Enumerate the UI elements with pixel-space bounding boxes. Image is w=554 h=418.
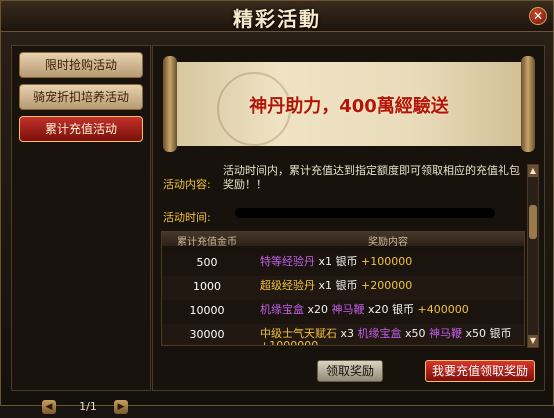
table-row: 1000 超级经验丹 x1 银币 +200000 xyxy=(162,276,524,300)
row-reward: 中级士气天赋石 x3 机缘宝盒 x50 神马鞭 x50 银币 +1000000 xyxy=(260,328,518,346)
reward-item: 超级经验丹 xyxy=(260,279,315,292)
recharge-claim-button[interactable]: 我要充值领取奖励 xyxy=(425,360,535,382)
reward-item: x50 xyxy=(401,327,430,340)
row-reward: 超级经验丹 x1 银币 +200000 xyxy=(260,280,518,292)
reward-item: +1000000 xyxy=(260,339,319,346)
reward-item: 神马鞭 xyxy=(429,327,463,340)
scroll-rod-left xyxy=(163,56,177,152)
reward-item: x50 银币 xyxy=(462,327,512,340)
scroll-down-button[interactable]: ▼ xyxy=(528,335,538,347)
reward-item: x1 银币 xyxy=(315,279,361,292)
banner-title: 神丹助力，400萬經驗送 xyxy=(249,96,449,117)
reward-table: 累计充值金币 奖励内容 500 特等经验丹 x1 银币 +100000 1000 超级… xyxy=(161,231,525,346)
row-reward: 特等经验丹 x1 银币 +100000 xyxy=(260,256,518,268)
event-banner: 神丹助力，400萬經驗送 xyxy=(163,56,535,152)
content-label: 活动内容: xyxy=(163,178,211,191)
page-indicator: 1/1 xyxy=(79,400,97,413)
event-window: 精彩活動 ✕ 限时抢购活动 骑宠折扣培养活动 累计充值活动 ◀ 1/1 ▶ 神丹… xyxy=(0,0,554,414)
window-title: 精彩活動 xyxy=(233,7,321,31)
reward-item: x3 xyxy=(337,327,358,340)
scroll-paper: 神丹助力，400萬經驗送 xyxy=(177,62,521,146)
reward-item: +200000 xyxy=(361,279,413,292)
row-amount: 500 xyxy=(196,256,218,269)
row-reward: 机缘宝盒 x20 神马鞭 x20 银币 +400000 xyxy=(260,304,518,316)
pager: ◀ 1/1 ▶ xyxy=(32,398,142,418)
scroll-thumb[interactable] xyxy=(529,205,537,239)
header-reward: 奖励内容 xyxy=(368,237,408,248)
main-panel: 神丹助力，400萬經驗送 活动内容: 活动时间内，累计充值达到指定额度即可领取相… xyxy=(152,45,545,391)
tab-flash-sale[interactable]: 限时抢购活动 xyxy=(19,52,143,78)
reward-item: +400000 xyxy=(417,303,469,316)
sidebar: 限时抢购活动 骑宠折扣培养活动 累计充值活动 ◀ 1/1 ▶ xyxy=(11,45,151,414)
reward-item: 神马鞭 xyxy=(331,303,365,316)
next-page-button[interactable]: ▶ xyxy=(114,400,128,414)
reward-item: x1 银币 xyxy=(315,255,361,268)
tab-mount-discount[interactable]: 骑宠折扣培养活动 xyxy=(19,84,143,110)
reward-item: x20 银币 xyxy=(364,303,418,316)
scroll-up-button[interactable]: ▲ xyxy=(528,165,538,177)
row-amount: 1000 xyxy=(193,280,221,293)
time-label: 活动时间: xyxy=(163,211,211,224)
table-header: 累计充值金币 奖励内容 xyxy=(162,232,524,248)
header-amount: 累计充值金币 xyxy=(177,237,237,248)
reward-item: x20 xyxy=(304,303,332,316)
reward-item: 机缘宝盒 xyxy=(260,303,304,316)
chevron-right-icon: ▶ xyxy=(117,402,125,412)
prev-page-button[interactable]: ◀ xyxy=(42,400,56,414)
scroll-rod-right xyxy=(521,56,535,152)
close-icon: ✕ xyxy=(532,9,544,23)
scrollbar[interactable]: ▲ ▼ xyxy=(527,164,539,348)
table-row: 10000 机缘宝盒 x20 神马鞭 x20 银币 +400000 xyxy=(162,300,524,324)
table-row: 500 特等经验丹 x1 银币 +100000 xyxy=(162,252,524,276)
reward-item: +100000 xyxy=(361,255,413,268)
row-amount: 30000 xyxy=(189,328,225,341)
time-value-redacted xyxy=(235,208,495,218)
content-text: 活动时间内，累计充值达到指定额度即可领取相应的充值礼包奖励！！ xyxy=(223,164,520,191)
reward-item: 机缘宝盒 xyxy=(357,327,402,340)
close-button[interactable]: ✕ xyxy=(529,7,547,25)
chevron-left-icon: ◀ xyxy=(45,402,53,412)
table-row: 30000 中级士气天赋石 x3 机缘宝盒 x50 神马鞭 x50 银币 +100… xyxy=(162,324,524,346)
row-amount: 10000 xyxy=(189,304,225,317)
tab-cumulative-recharge[interactable]: 累计充值活动 xyxy=(19,116,143,142)
title-bar: 精彩活動 ✕ xyxy=(1,1,553,32)
reward-item: 特等经验丹 xyxy=(260,255,315,268)
claim-reward-button[interactable]: 领取奖励 xyxy=(317,360,383,382)
